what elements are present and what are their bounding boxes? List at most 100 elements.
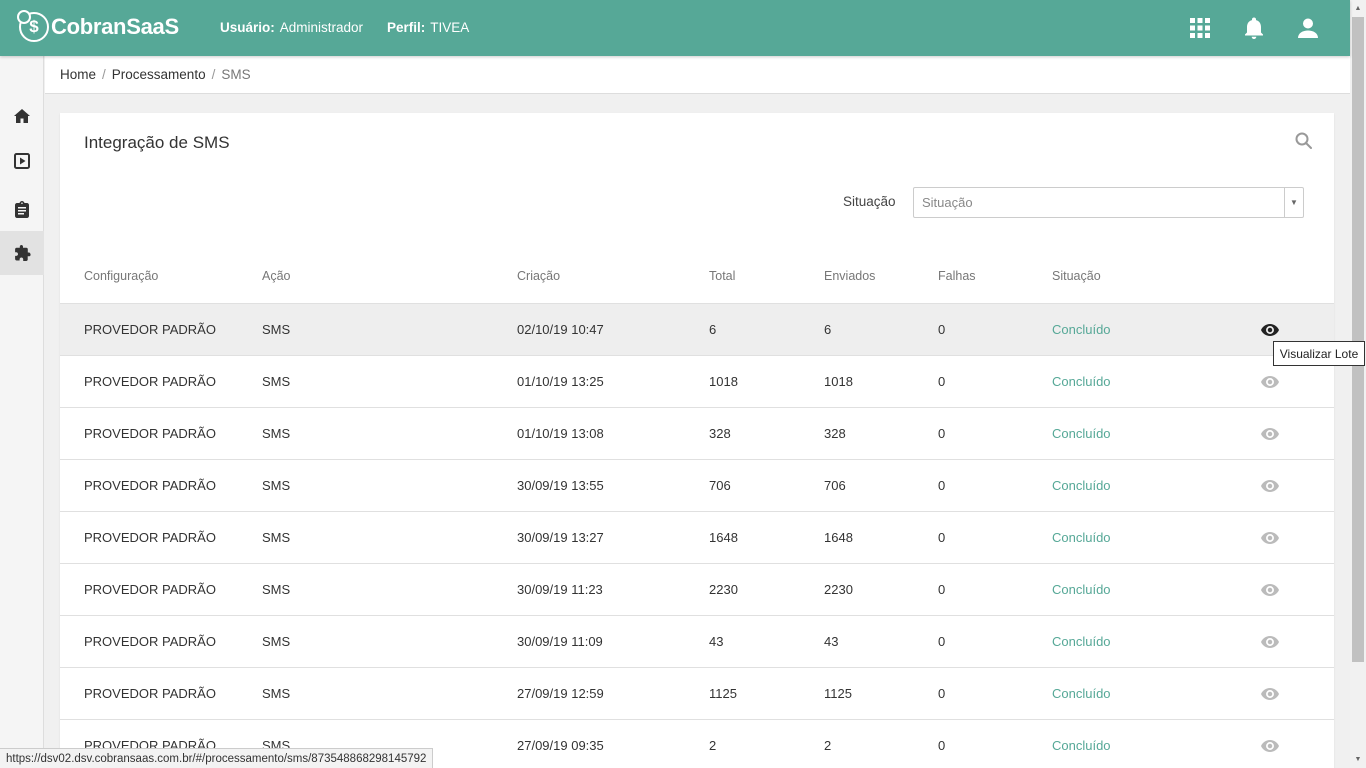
cell-falhas: 0 bbox=[938, 582, 946, 597]
cell-configuracao: PROVEDOR PADRÃO bbox=[84, 374, 216, 389]
sidebar-item-integracao[interactable] bbox=[0, 231, 44, 275]
page-title: Integração de SMS bbox=[84, 133, 230, 152]
profile-label: Perfil: bbox=[387, 20, 426, 35]
view-batch-eye-icon[interactable] bbox=[1261, 427, 1279, 441]
table-header: Configuração Ação Criação Total Enviados… bbox=[60, 263, 1334, 304]
cell-enviados: 43 bbox=[824, 634, 839, 649]
cell-acao: SMS bbox=[262, 374, 291, 389]
cell-criacao: 01/10/19 13:08 bbox=[517, 426, 604, 441]
sidebar-item-processamento[interactable] bbox=[0, 139, 44, 183]
filter-situacao-select[interactable]: Situação ▼ bbox=[913, 187, 1304, 218]
cell-enviados: 1125 bbox=[824, 686, 852, 701]
user-icon[interactable] bbox=[1296, 16, 1320, 40]
cell-criacao: 27/09/19 12:59 bbox=[517, 686, 604, 701]
page-scrollbar[interactable]: ▲ ▼ bbox=[1350, 0, 1366, 768]
breadcrumb-processamento[interactable]: Processamento bbox=[112, 67, 206, 82]
cell-total: 1018 bbox=[709, 374, 738, 389]
column-header-total[interactable]: Total bbox=[709, 269, 735, 283]
user-value: Administrador bbox=[279, 20, 364, 35]
cell-total: 43 bbox=[709, 634, 724, 649]
cell-configuracao: PROVEDOR PADRÃO bbox=[84, 582, 216, 597]
view-batch-eye-icon[interactable] bbox=[1261, 531, 1279, 545]
table-row[interactable]: PROVEDOR PADRÃO SMS 01/10/19 13:08 328 328 0 C… bbox=[60, 408, 1334, 460]
view-batch-eye-icon[interactable] bbox=[1261, 635, 1279, 649]
scroll-up-icon[interactable]: ▲ bbox=[1350, 0, 1366, 17]
cell-enviados: 706 bbox=[824, 478, 846, 493]
cell-situacao: Concluído bbox=[1052, 530, 1111, 545]
bell-icon[interactable] bbox=[1242, 16, 1266, 40]
view-batch-eye-icon[interactable] bbox=[1261, 687, 1279, 701]
cell-situacao: Concluído bbox=[1052, 322, 1111, 337]
breadcrumb-home[interactable]: Home bbox=[60, 67, 96, 82]
sidebar-item-relatorios[interactable] bbox=[0, 187, 44, 231]
cell-falhas: 0 bbox=[938, 686, 946, 701]
column-header-acao[interactable]: Ação bbox=[262, 269, 291, 283]
tooltip-visualizar-lote: Visualizar Lote bbox=[1273, 341, 1365, 366]
view-batch-eye-icon[interactable] bbox=[1261, 583, 1279, 597]
cell-situacao: Concluído bbox=[1052, 686, 1111, 701]
sidebar bbox=[0, 56, 44, 768]
cell-falhas: 0 bbox=[938, 634, 946, 649]
column-header-criacao[interactable]: Criação bbox=[517, 269, 560, 283]
cell-acao: SMS bbox=[262, 426, 291, 441]
table-row[interactable]: PROVEDOR PADRÃO SMS 30/09/19 11:23 2230 2230… bbox=[60, 564, 1334, 616]
cell-enviados: 2230 bbox=[824, 582, 853, 597]
cell-situacao: Concluído bbox=[1052, 374, 1111, 389]
top-app-bar: $ CobranSaaS Usuário: Administrador Perfi… bbox=[0, 0, 1350, 56]
puzzle-icon bbox=[14, 245, 31, 261]
caret-down-icon[interactable]: ▼ bbox=[1284, 188, 1303, 217]
view-batch-eye-icon[interactable] bbox=[1261, 323, 1279, 337]
view-batch-eye-icon[interactable] bbox=[1261, 479, 1279, 493]
cell-total: 2 bbox=[709, 738, 717, 753]
cell-situacao: Concluído bbox=[1052, 582, 1111, 597]
column-header-falhas[interactable]: Falhas bbox=[938, 269, 976, 283]
cell-total: 6 bbox=[709, 322, 717, 337]
cell-enviados: 1018 bbox=[824, 374, 853, 389]
status-bar-url: https://dsv02.dsv.cobransaas.com.br/#/pr… bbox=[0, 748, 434, 768]
cell-falhas: 0 bbox=[938, 738, 946, 753]
scrollbar-thumb[interactable] bbox=[1352, 17, 1364, 662]
user-label: Usuário: bbox=[220, 20, 275, 35]
table-row[interactable]: PROVEDOR PADRÃO SMS 02/10/19 10:47 6 6 0 Concl… bbox=[60, 304, 1334, 356]
cell-situacao: Concluído bbox=[1052, 738, 1111, 753]
view-batch-eye-icon[interactable] bbox=[1261, 739, 1279, 753]
user-info: Usuário: Administrador bbox=[220, 20, 363, 35]
cell-enviados: 1648 bbox=[824, 530, 853, 545]
cell-situacao: Concluído bbox=[1052, 478, 1111, 493]
cell-acao: SMS bbox=[262, 530, 291, 545]
sidebar-item-home[interactable] bbox=[0, 94, 44, 138]
breadcrumb: Home / Processamento / SMS bbox=[45, 56, 1350, 94]
cell-total: 2230 bbox=[709, 582, 738, 597]
logo-icon: $ bbox=[17, 10, 49, 42]
cell-criacao: 27/09/19 09:35 bbox=[517, 738, 604, 753]
search-icon[interactable] bbox=[1295, 132, 1312, 154]
breadcrumb-separator: / bbox=[211, 67, 216, 82]
apps-grid-icon[interactable] bbox=[1188, 16, 1212, 40]
profile-info: Perfil: TIVEA bbox=[387, 20, 469, 35]
column-header-configuracao[interactable]: Configuração bbox=[84, 269, 158, 283]
table-row[interactable]: PROVEDOR PADRÃO SMS 01/10/19 13:25 1018 1018… bbox=[60, 356, 1334, 408]
column-header-situacao[interactable]: Situação bbox=[1052, 269, 1101, 283]
table-row[interactable]: PROVEDOR PADRÃO SMS 27/09/19 12:59 1125 1125… bbox=[60, 668, 1334, 720]
filter-situacao-label: Situação bbox=[843, 194, 896, 209]
view-batch-eye-icon[interactable] bbox=[1261, 375, 1279, 389]
cell-total: 706 bbox=[709, 478, 731, 493]
app-logo[interactable]: $ CobranSaaS bbox=[17, 10, 179, 42]
cell-enviados: 6 bbox=[824, 322, 832, 337]
cell-criacao: 30/09/19 13:55 bbox=[517, 478, 604, 493]
cell-criacao: 30/09/19 11:23 bbox=[517, 582, 603, 597]
cell-criacao: 02/10/19 10:47 bbox=[517, 322, 604, 337]
cell-acao: SMS bbox=[262, 582, 291, 597]
table-row[interactable]: PROVEDOR PADRÃO SMS 30/09/19 11:09 43 43 0 Con… bbox=[60, 616, 1334, 668]
column-header-enviados[interactable]: Enviados bbox=[824, 269, 875, 283]
scroll-down-icon[interactable]: ▼ bbox=[1350, 751, 1366, 768]
cell-criacao: 30/09/19 13:27 bbox=[517, 530, 604, 545]
cell-configuracao: PROVEDOR PADRÃO bbox=[84, 686, 216, 701]
cell-enviados: 328 bbox=[824, 426, 846, 441]
cell-configuracao: PROVEDOR PADRÃO bbox=[84, 634, 216, 649]
table-row[interactable]: PROVEDOR PADRÃO SMS 30/09/19 13:55 706 706 0 C… bbox=[60, 460, 1334, 512]
cell-configuracao: PROVEDOR PADRÃO bbox=[84, 530, 216, 545]
cell-falhas: 0 bbox=[938, 530, 946, 545]
sms-integration-card: Integração de SMS Situação Situação ▼ Co… bbox=[60, 113, 1334, 768]
table-row[interactable]: PROVEDOR PADRÃO SMS 30/09/19 13:27 1648 1648… bbox=[60, 512, 1334, 564]
